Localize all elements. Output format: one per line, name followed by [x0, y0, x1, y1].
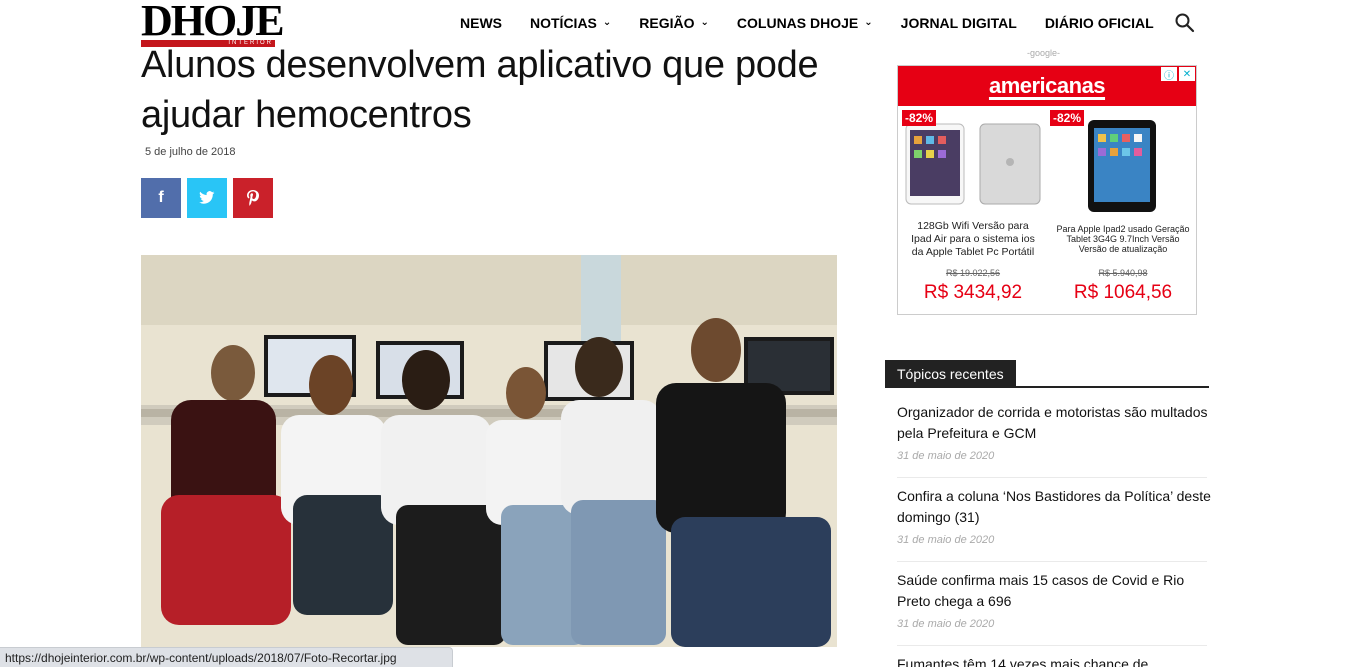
recent-topic-item[interactable]: Confira a coluna ‘Nos Bastidores da Polí… — [897, 486, 1212, 546]
nav-label: DIÁRIO OFICIAL — [1044, 15, 1154, 31]
old-price: R$ 5.940,98 — [1098, 268, 1148, 278]
twitter-share-button[interactable] — [187, 178, 227, 218]
nav-item-diario-oficial[interactable]: DIÁRIO OFICIAL — [1031, 15, 1168, 31]
recent-topic-date: 31 de maio de 2020 — [897, 450, 995, 462]
nav-item-jornal-digital[interactable]: JORNAL DIGITAL — [887, 15, 1031, 31]
recent-topics-title: Tópicos recentes — [885, 360, 1016, 387]
twitter-icon — [199, 191, 215, 204]
students-photo-illustration — [141, 255, 837, 647]
ad-header: americanas — [898, 66, 1196, 106]
recent-topic-title[interactable]: Saúde confirma mais 15 casos de Covid e … — [897, 570, 1212, 612]
close-icon[interactable]: ✕ — [1179, 67, 1195, 81]
facebook-icon: f — [158, 189, 164, 206]
product-description: Para Apple Ipad2 usado Geração Tablet 3G… — [1056, 224, 1190, 254]
recent-topic-title[interactable]: Fumantes têm 14 vezes mais chance de — [897, 654, 1212, 667]
status-bar-url: https://dhojeinterior.com.br/wp-content/… — [0, 647, 453, 667]
product-description: 128Gb Wifi Versão para Ipad Air para o s… — [911, 220, 1035, 258]
discount-badge: -82% — [902, 110, 937, 126]
tablet-image — [1088, 120, 1156, 212]
chevron-down-icon: ⌄ — [864, 16, 873, 28]
article-photo[interactable] — [141, 255, 837, 647]
chevron-down-icon: ⌄ — [602, 16, 612, 28]
divider — [897, 477, 1207, 478]
recent-topic-title[interactable]: Confira a coluna ‘Nos Bastidores da Polí… — [897, 486, 1212, 528]
nav-item-news[interactable]: NEWS — [446, 15, 516, 31]
share-buttons: f — [141, 178, 273, 218]
divider — [897, 645, 1207, 646]
price: R$ 1064,56 — [1073, 282, 1173, 303]
nav-label: NEWS — [460, 15, 502, 31]
info-icon[interactable]: ⓘ — [1161, 67, 1177, 82]
recent-topic-date: 31 de maio de 2020 — [897, 534, 995, 546]
nav-label: COLUNAS DHOJE — [736, 15, 859, 31]
article-title: Alunos desenvolvem aplicativo que pode a… — [141, 44, 819, 136]
nav-item-regiao[interactable]: REGIÃO ⌄ — [625, 15, 723, 31]
nav-item-colunas[interactable]: COLUNAS DHOJE ⌄ — [723, 15, 887, 31]
old-price: R$ 19.022,56 — [945, 268, 1001, 278]
recent-topic-title[interactable]: Organizador de corrida e motoristas são … — [897, 402, 1212, 444]
facebook-share-button[interactable]: f — [141, 178, 181, 218]
search-icon[interactable] — [1174, 12, 1196, 34]
nav-item-noticias[interactable]: NOTÍCIAS ⌄ — [516, 15, 625, 31]
recent-topic-item[interactable]: Organizador de corrida e motoristas são … — [897, 402, 1212, 462]
recent-topic-date: 31 de maio de 2020 — [897, 618, 995, 630]
pinterest-icon — [247, 190, 259, 206]
recent-topic-item[interactable]: Fumantes têm 14 vezes mais chance de — [897, 654, 1212, 667]
advertisement[interactable]: americanas ⓘ ✕ -82% 128Gb Wifi Versão pa… — [897, 65, 1197, 315]
recent-topic-item[interactable]: Saúde confirma mais 15 casos de Covid e … — [897, 570, 1212, 630]
chevron-down-icon: ⌄ — [700, 16, 709, 28]
ad-choices[interactable]: ⓘ ✕ — [1161, 67, 1195, 82]
recent-topics-header: Tópicos recentes — [885, 360, 1209, 388]
tablet-image — [905, 123, 1041, 205]
divider — [897, 561, 1207, 562]
discount-badge: -82% — [1050, 110, 1085, 126]
article-date: 5 de julho de 2018 — [145, 146, 236, 158]
price: R$ 3434,92 — [923, 282, 1023, 303]
nav-label: REGIÃO — [639, 15, 695, 31]
nav-label: JORNAL DIGITAL — [900, 15, 1017, 31]
ad-label: -google- — [1027, 48, 1061, 58]
logo-text: DHOJE — [141, 0, 285, 45]
nav-label: NOTÍCIAS — [530, 15, 597, 31]
pinterest-share-button[interactable] — [233, 178, 273, 218]
ad-brand-logo: americanas — [988, 73, 1106, 98]
